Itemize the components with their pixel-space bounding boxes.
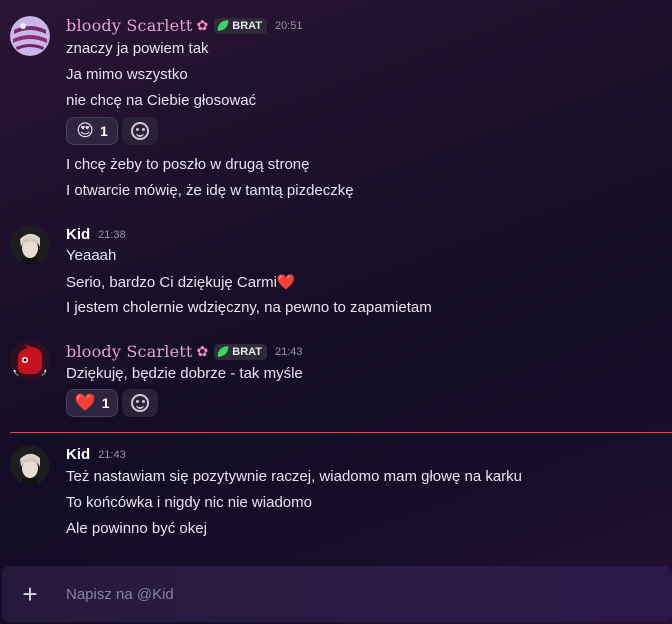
flower-icon: ✿: [196, 17, 209, 33]
message-text: I jestem cholernie wdzięczny, na pewno t…: [66, 299, 432, 316]
avatar-kid[interactable]: [10, 225, 50, 265]
guild-tag[interactable]: BRAT: [214, 17, 268, 34]
message-text: Ja mimo wszystko: [66, 66, 188, 83]
message-text: To końcówka i nigdy nic nie wiadomo: [66, 494, 312, 511]
username[interactable]: bloody Scarlett: [66, 342, 193, 361]
message-text: Ale powinno być okej: [66, 520, 207, 537]
guild-tag[interactable]: BRAT: [214, 343, 268, 360]
smiley-icon: [131, 122, 149, 140]
message-text: I otwarcie mówię, że idę w tamtą pizdecz…: [66, 182, 354, 199]
message-text: Yeaaah: [66, 247, 117, 264]
timestamp[interactable]: 21:43: [98, 449, 126, 461]
reaction-heart-eyes[interactable]: 😍 1: [66, 117, 118, 145]
flower-icon: ✿: [196, 343, 209, 359]
reaction-heart[interactable]: ❤️ 1: [66, 389, 118, 417]
leaf-icon: [216, 346, 230, 357]
message-text: I chcę żeby to poszło w drugą stronę: [66, 156, 310, 173]
new-messages-divider: [10, 432, 672, 433]
add-reaction-button[interactable]: [122, 389, 158, 417]
heart-emoji-icon: ❤️: [74, 393, 96, 412]
reaction-count: 1: [101, 395, 110, 411]
leaf-icon: [216, 20, 230, 31]
username[interactable]: Kid: [66, 446, 90, 463]
message-input[interactable]: [58, 585, 638, 603]
tag-label: BRAT: [232, 345, 263, 358]
message-text: znaczy ja powiem tak: [66, 40, 209, 57]
username[interactable]: bloody Scarlett: [66, 16, 193, 35]
message-composer: +: [2, 566, 672, 622]
message-text: nie chcę na Ciebie głosować: [66, 92, 257, 109]
reaction-count: 1: [99, 123, 108, 139]
avatar-scarlett[interactable]: [10, 16, 50, 56]
username[interactable]: Kid: [66, 226, 90, 243]
timestamp[interactable]: 21:38: [98, 229, 126, 241]
plus-icon[interactable]: +: [2, 579, 58, 610]
heart-eyes-emoji-icon: 😍: [76, 121, 94, 140]
add-reaction-button[interactable]: [122, 117, 158, 145]
avatar-kid[interactable]: [10, 445, 50, 485]
timestamp[interactable]: 21:43: [275, 346, 303, 358]
smiley-icon: [131, 394, 149, 412]
tag-label: BRAT: [232, 19, 263, 32]
timestamp[interactable]: 20:51: [275, 20, 303, 32]
message-text: Też nastawiam się pozytywnie raczej, wia…: [66, 468, 523, 485]
message-text: Serio, bardzo Ci dziękuję Carmi❤️: [66, 274, 296, 291]
message-text: Dziękuję, będzie dobrze - tak myśle: [66, 365, 303, 382]
avatar-scarlett-alt[interactable]: [10, 340, 50, 380]
